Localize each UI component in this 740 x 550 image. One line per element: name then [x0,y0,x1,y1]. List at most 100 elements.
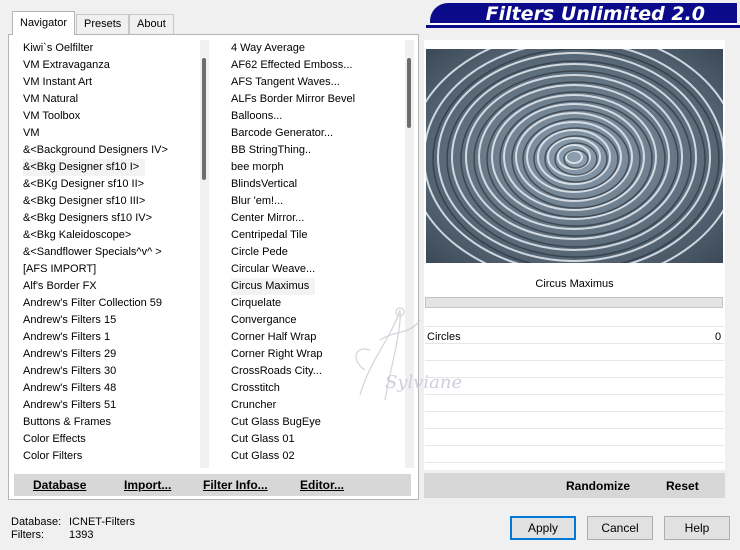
parameter-value[interactable]: 0 [715,331,721,343]
category-scrollbar[interactable] [200,40,209,468]
category-item[interactable]: &<Bkg Designer sf10 III> [17,193,197,210]
cancel-button[interactable]: Cancel [587,516,653,540]
tab-navigator[interactable]: Navigator [12,11,76,35]
database-label: Database: [11,516,62,528]
category-item-label: &<Bkg Designer sf10 III> [23,195,146,207]
filter-item-label: Cut Glass BugEye [231,416,321,428]
category-item[interactable]: &<Sandflower Specials^v^ > [17,244,197,261]
filter-item-label: Corner Right Wrap [231,348,323,360]
filter-item[interactable]: Centripedal Tile [225,227,401,244]
category-item-label: &<Sandflower Specials^v^ > [23,246,162,258]
category-item-label: Alf's Border FX [23,280,97,292]
category-item-label: Andrew's Filters 1 [23,331,111,343]
category-item[interactable]: VM Extravaganza [17,57,197,74]
selected-filter-name: Circus Maximus [535,278,614,290]
category-item[interactable]: VM Natural [17,91,197,108]
category-item-label: Buttons & Frames [23,416,112,428]
apply-button[interactable]: Apply [510,516,576,540]
category-item-label: VM Instant Art [23,76,93,88]
editor-button[interactable]: Editor... [300,478,344,492]
filter-item-label: BB StringThing.. [231,144,312,156]
filter-item[interactable]: Balloons... [225,108,401,125]
filter-item-label: Centripedal Tile [231,229,308,241]
filter-item[interactable]: AFS Tangent Waves... [225,74,401,91]
filter-item[interactable]: BlindsVertical [225,176,401,193]
filter-scroll-thumb[interactable] [407,58,411,128]
category-item[interactable]: Kiwi`s Oelfilter [17,40,197,57]
filter-item[interactable]: Blur 'em!... [225,193,401,210]
filter-item-label: Corner Half Wrap [231,331,317,343]
filter-item[interactable]: Circus Maximus [225,278,401,295]
category-item[interactable]: Color Effects [17,431,197,448]
category-item[interactable]: &<Bkg Kaleidoscope> [17,227,197,244]
category-item-label: VM Toolbox [23,110,81,122]
database-button[interactable]: Database [33,478,86,492]
filter-item[interactable]: bee morph [225,159,401,176]
category-item[interactable]: &<Bkg Designers sf10 IV> [17,210,197,227]
tab-about[interactable]: About [129,14,174,34]
filter-item[interactable]: ALFs Border Mirror Bevel [225,91,401,108]
randomize-button[interactable]: Randomize [566,479,630,493]
filter-item-label: Cruncher [231,399,277,411]
filter-item-label: Convergance [231,314,297,326]
category-item-label: Color Filters [23,450,83,462]
category-item-label: [AFS IMPORT] [23,263,97,275]
list-button-bar: Database Import... Filter Info... Editor… [14,474,411,496]
category-item[interactable]: &<Bkg Designer sf10 I> [17,159,197,176]
category-item[interactable]: [AFS IMPORT] [17,261,197,278]
preset-button-bar: Randomize Reset [424,473,725,498]
filter-item-label: Circle Pede [231,246,288,258]
category-item-label: Andrew's Filters 51 [23,399,117,411]
category-item-label: VM Extravaganza [23,59,110,71]
filter-item[interactable]: Cut Glass 01 [225,431,401,448]
filter-item[interactable]: AF62 Effected Emboss... [225,57,401,74]
category-item[interactable]: &<Background Designers IV> [17,142,197,159]
category-item[interactable]: VM Instant Art [17,74,197,91]
category-item[interactable]: Andrew's Filters 15 [17,312,197,329]
filter-item[interactable]: Cut Glass BugEye [225,414,401,431]
category-item[interactable]: Andrew's Filter Collection 59 [17,295,197,312]
reset-button[interactable]: Reset [666,479,699,493]
category-item-label: Kiwi`s Oelfilter [23,42,94,54]
filter-item[interactable]: Barcode Generator... [225,125,401,142]
preview-image [408,30,740,284]
filter-info-button[interactable]: Filter Info... [203,478,268,492]
filter-item[interactable]: Circular Weave... [225,261,401,278]
filter-item-label: BlindsVertical [231,178,298,190]
filter-item[interactable]: Center Mirror... [225,210,401,227]
filter-item-label: bee morph [231,161,284,173]
filter-item[interactable]: BB StringThing.. [225,142,401,159]
filter-item-label: Cut Glass 02 [231,450,295,462]
filter-item-label: Balloons... [231,110,283,122]
category-item[interactable]: Alf's Border FX [17,278,197,295]
filter-item[interactable]: Circle Pede [225,244,401,261]
filter-item-label: Circus Maximus [231,278,316,295]
category-item-label: Andrew's Filters 48 [23,382,117,394]
category-item-label: &<BKg Designer sf10 II> [23,178,145,190]
category-item-label: Andrew's Filters 15 [23,314,117,326]
tab-presets[interactable]: Presets [76,14,130,34]
filter-item-label: CrossRoads City... [231,365,322,377]
category-item[interactable]: Buttons & Frames [17,414,197,431]
filter-item-label: Cirquelate [231,297,282,309]
help-button[interactable]: Help [664,516,730,540]
filter-item-label: 4 Way Average [231,42,305,54]
category-item[interactable]: VM Toolbox [17,108,197,125]
category-item[interactable]: Andrew's Filters 51 [17,397,197,414]
filter-item[interactable]: 4 Way Average [225,40,401,57]
category-item[interactable]: Andrew's Filters 1 [17,329,197,346]
category-scroll-thumb[interactable] [202,58,206,180]
category-list[interactable]: Kiwi`s Oelfilter VM Extravaganza VM Instan… [17,40,197,468]
category-item-label: &<Bkg Designer sf10 I> [23,159,146,176]
category-item[interactable]: Andrew's Filters 30 [17,363,197,380]
category-item[interactable]: Color Filters [17,448,197,465]
filter-item[interactable]: Cut Glass 02 [225,448,401,465]
category-item[interactable]: Andrew's Filters 29 [17,346,197,363]
filter-item-label: AF62 Effected Emboss... [231,59,353,71]
category-item[interactable]: Andrew's Filters 48 [17,380,197,397]
filters-count-value: 1393 [69,529,94,541]
category-item[interactable]: VM [17,125,197,142]
filter-item-label: Crosstitch [231,382,280,394]
import-button[interactable]: Import... [124,478,171,492]
category-item[interactable]: &<BKg Designer sf10 II> [17,176,197,193]
